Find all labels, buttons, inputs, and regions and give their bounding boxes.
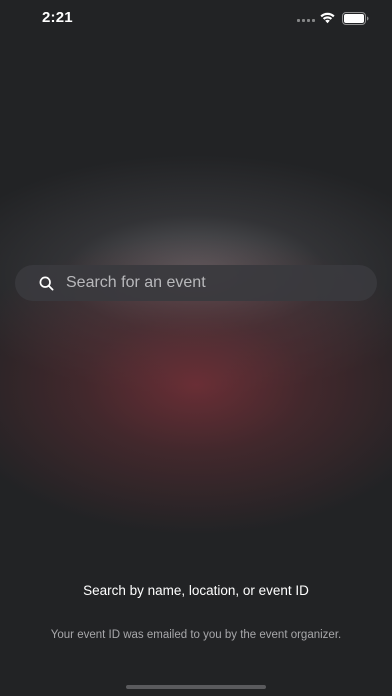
wifi-icon (320, 12, 335, 24)
search-help-subtitle: Your event ID was emailed to you by the … (50, 629, 342, 641)
home-indicator[interactable] (126, 685, 266, 689)
search-help-title: Search by name, location, or event ID (83, 583, 309, 598)
status-bar: 2:21 (0, 0, 392, 36)
search-icon (39, 276, 54, 291)
cellular-signal-icon (297, 19, 315, 22)
search-input[interactable] (66, 265, 361, 301)
search-bar[interactable] (15, 265, 377, 301)
event-search-screen: 2:21 Search by name, location, or event … (0, 0, 392, 696)
battery-icon (342, 12, 369, 25)
status-time: 2:21 (42, 9, 73, 26)
